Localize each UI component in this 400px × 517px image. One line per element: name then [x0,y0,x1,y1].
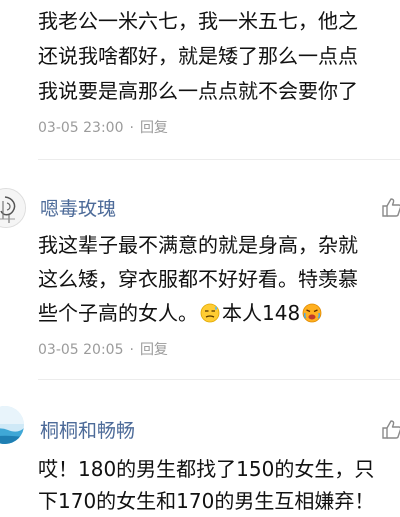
comment-text-line: 这么矮，穿衣服都不好好看。特羡慕 [38,267,358,291]
username[interactable]: 桐桐和畅畅 [40,416,135,443]
comment-text-line: 我老公一米六七，我一米五七，他之 [38,9,358,33]
user-avatar[interactable] [0,406,24,444]
awkward-sweat-face-emoji [200,303,220,323]
comment-item: 桐桐和畅畅 哎！180的男生都找了150的女生，只 下170的女生和170的男生… [0,380,400,513]
rose-sketch-avatar [0,189,25,227]
comment-item: 嗯毒玫瑰 我这辈子最不满意的就是身高，杂就 这么矮，穿衣服都不好好看。特羡慕 些… [0,160,400,380]
comment-meta: 03-05 20:05 · 回复 [38,339,168,359]
thumbs-up-icon[interactable] [380,418,400,440]
comment-text-line: 还说我啥都好，就是矮了那么一点点 [38,44,358,68]
meta-separator: · [129,342,134,358]
comment-text-line: 些个子高的女人。 本人148 [38,298,322,329]
comment-date: 03-05 20:05 [38,342,124,358]
crying-face-emoji [302,303,322,323]
reply-button[interactable]: 回复 [140,342,168,358]
sky-landscape-avatar [0,406,24,444]
comment-text-segment: 本人148 [222,301,301,325]
comment-text-segment: 些个子高的女人。 [38,301,198,325]
comment-item: 我老公一米六七，我一米五七，他之 还说我啥都好，就是矮了那么一点点 我说要是高那… [0,0,400,160]
comment-text-line: 我这辈子最不满意的就是身高，杂就 [38,233,358,257]
comment-text-line: 下170的女生和170的男生互相嫌弃！ [38,489,375,513]
meta-separator: · [129,120,134,136]
reply-button[interactable]: 回复 [140,120,168,136]
comment-date: 03-05 23:00 [38,120,124,136]
username[interactable]: 嗯毒玫瑰 [40,194,116,221]
comment-text-line: 我说要是高那么一点点就不会要你了 [38,79,358,103]
thumbs-up-icon[interactable] [380,196,400,218]
user-avatar[interactable] [0,188,26,228]
comment-text-line: 哎！180的男生都找了150的女生，只 [38,457,375,481]
comment-meta: 03-05 23:00 · 回复 [38,117,168,137]
